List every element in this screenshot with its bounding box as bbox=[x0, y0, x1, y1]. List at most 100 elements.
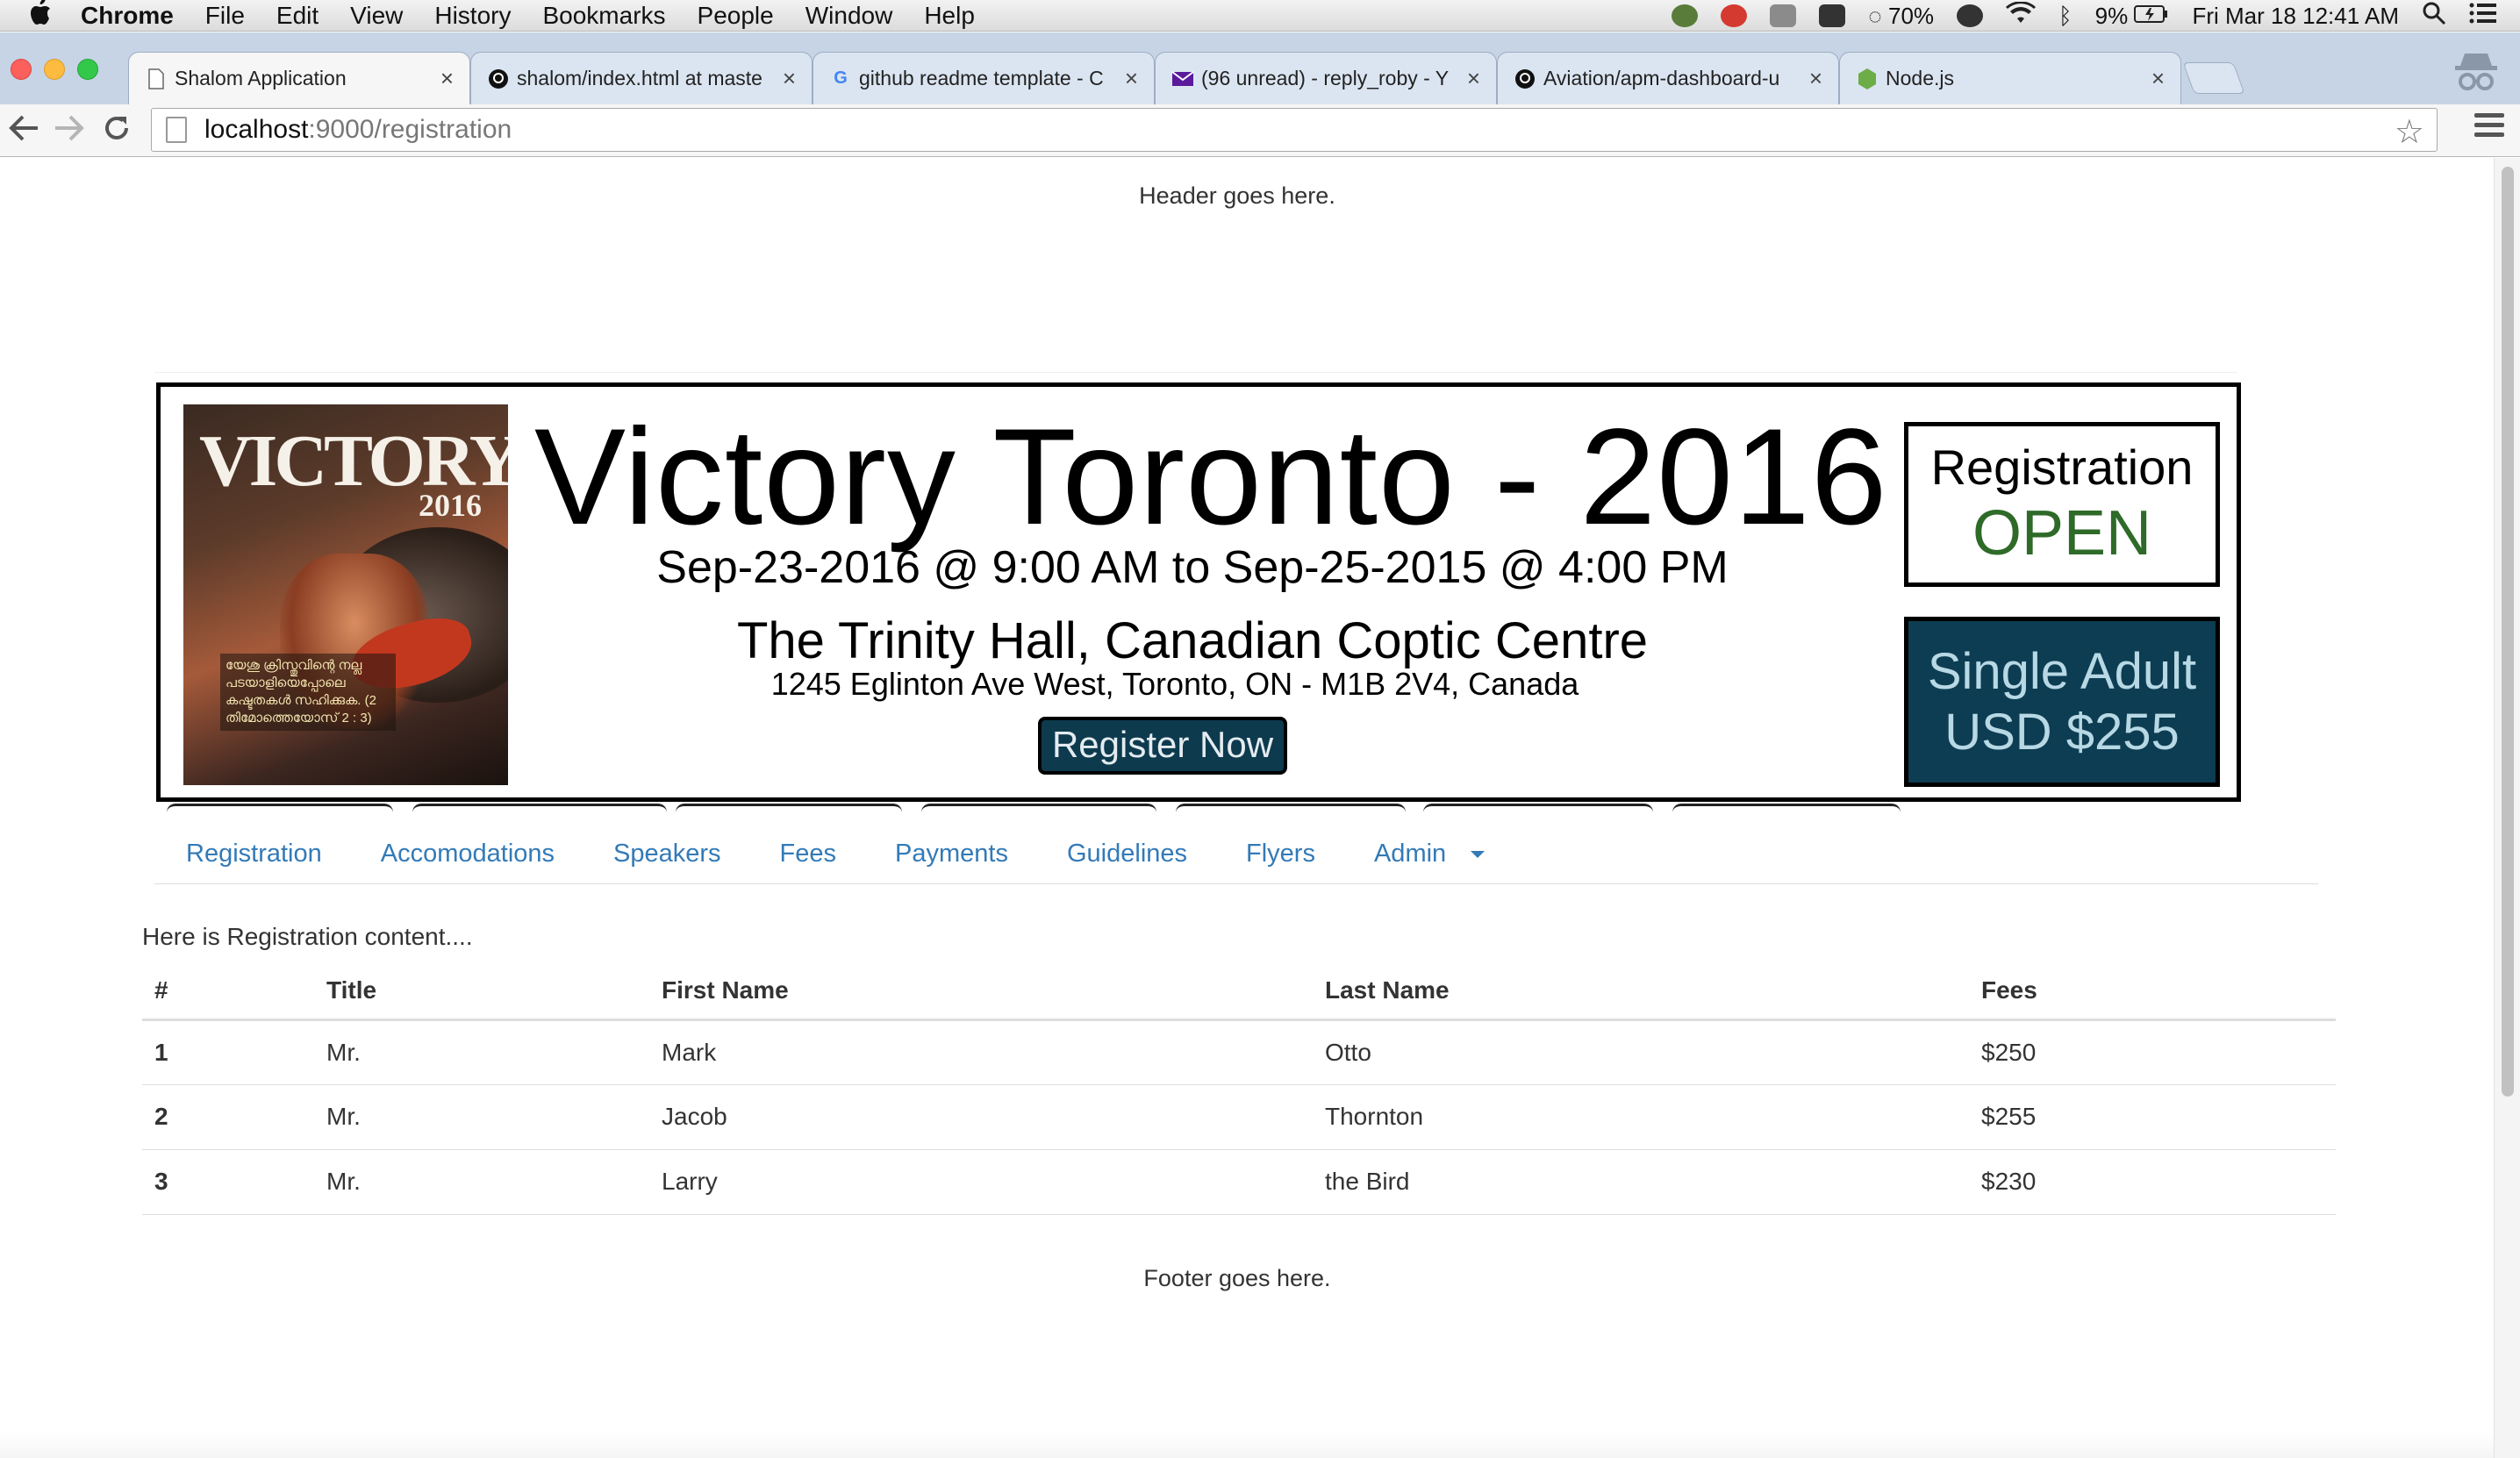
nav-accomodations[interactable]: Accomodations bbox=[381, 840, 555, 868]
section-nav: Registration Accomodations Speakers Fees… bbox=[154, 825, 2318, 884]
notification-center-icon[interactable] bbox=[2469, 2, 2497, 31]
messenger-icon[interactable] bbox=[1957, 4, 1984, 27]
column-header-fees: Fees bbox=[1969, 963, 2336, 1021]
tab-close-icon[interactable]: × bbox=[1809, 65, 1822, 92]
zoom-window-button[interactable] bbox=[77, 59, 98, 80]
admin-dropdown-caret-icon[interactable] bbox=[1471, 850, 1486, 858]
nav-speakers[interactable]: Speakers bbox=[613, 840, 721, 868]
nav-guidelines[interactable]: Guidelines bbox=[1067, 840, 1187, 868]
spotlight-icon[interactable] bbox=[2422, 1, 2446, 32]
tab-close-icon[interactable]: × bbox=[2151, 65, 2165, 92]
event-poster-image: VICTORY 2016 യേശു ക്രിസ്തുവിന്റെ നല്ല പട… bbox=[183, 404, 508, 785]
close-window-button[interactable] bbox=[11, 59, 32, 80]
nav-fees[interactable]: Fees bbox=[780, 840, 836, 868]
back-arrow-icon bbox=[9, 115, 38, 141]
cell-last-name: Otto bbox=[1313, 1019, 1969, 1085]
cell-title: Mr. bbox=[314, 1149, 649, 1215]
menu-bookmarks[interactable]: Bookmarks bbox=[542, 2, 665, 30]
menu-file[interactable]: File bbox=[205, 2, 245, 30]
tab-title: Node.js bbox=[1886, 67, 1954, 89]
menu-view[interactable]: View bbox=[350, 2, 403, 30]
menu-history[interactable]: History bbox=[434, 2, 511, 30]
url-path: :9000/registration bbox=[308, 115, 512, 144]
nav-registration[interactable]: Registration bbox=[186, 840, 322, 868]
tab-shalom-application[interactable]: Shalom Application × bbox=[128, 52, 470, 104]
register-now-button[interactable]: Register Now bbox=[1038, 717, 1287, 775]
nodejs-icon bbox=[1856, 68, 1879, 90]
tab-close-icon[interactable]: × bbox=[1467, 65, 1480, 92]
tab-title: Shalom Application bbox=[175, 67, 347, 89]
home-icon[interactable] bbox=[1770, 4, 1797, 27]
nav-flyers[interactable]: Flyers bbox=[1246, 840, 1315, 868]
column-header-first-name: First Name bbox=[649, 963, 1313, 1021]
tab-google-search[interactable]: G github readme template - C × bbox=[813, 52, 1155, 104]
page-content: Header goes here. VICTORY 2016 യേശു ക്രി… bbox=[0, 158, 2494, 1458]
event-dates: Sep-23-2016 @ 9:00 AM to Sep-25-2015 @ 4… bbox=[656, 542, 1729, 593]
tab-title: github readme template - C bbox=[859, 67, 1104, 89]
evernote-icon[interactable] bbox=[1819, 4, 1846, 27]
window-controls bbox=[11, 59, 98, 80]
tab-title: Aviation/apm-dashboard-u bbox=[1543, 67, 1780, 89]
minimize-window-button[interactable] bbox=[44, 59, 65, 80]
browser-tab-strip: Shalom Application × shalom/index.html a… bbox=[0, 32, 2520, 104]
nav-payments[interactable]: Payments bbox=[895, 840, 1008, 868]
scrollbar-thumb[interactable] bbox=[2502, 167, 2514, 1097]
menu-chrome[interactable]: Chrome bbox=[81, 2, 174, 30]
registration-status: OPEN bbox=[1972, 498, 2152, 568]
forward-button[interactable] bbox=[53, 113, 86, 150]
table-header-row: # Title First Name Last Name Fees bbox=[142, 963, 2336, 1021]
banner-underline-pills bbox=[167, 804, 1901, 816]
page-footer: Footer goes here. bbox=[1143, 1265, 1331, 1291]
profile-avatar-icon[interactable] bbox=[2450, 50, 2502, 97]
menu-window[interactable]: Window bbox=[805, 2, 893, 30]
page-scrollbar[interactable] bbox=[2494, 158, 2520, 1458]
new-tab-button[interactable] bbox=[2182, 62, 2245, 94]
cell-index: 2 bbox=[142, 1084, 314, 1150]
reload-button[interactable] bbox=[102, 113, 132, 150]
registration-status-box: Registration OPEN bbox=[1904, 422, 2220, 587]
cell-fees: $255 bbox=[1969, 1084, 2336, 1150]
tab-nodejs[interactable]: Node.js × bbox=[1839, 52, 2181, 104]
page-info-icon[interactable] bbox=[166, 117, 187, 143]
table-row: 2 Mr. Jacob Thornton $255 bbox=[142, 1084, 2336, 1150]
app-status-icon[interactable] bbox=[1672, 4, 1699, 27]
tab-close-icon[interactable]: × bbox=[1125, 65, 1138, 92]
table-row: 1 Mr. Mark Otto $250 bbox=[142, 1019, 2336, 1085]
bookmark-star-icon[interactable]: ☆ bbox=[2395, 112, 2424, 152]
wifi-icon[interactable] bbox=[2006, 0, 2037, 31]
apple-menu-icon[interactable] bbox=[26, 0, 58, 34]
battery-percent: 9% bbox=[2094, 2, 2129, 29]
tab-close-icon[interactable]: × bbox=[783, 65, 796, 92]
event-title: Victory Toronto - 2016 bbox=[534, 401, 1888, 554]
sync-status[interactable]: ◌ 70% bbox=[1868, 3, 1934, 30]
cell-title: Mr. bbox=[314, 1019, 649, 1085]
tab-github-aviation[interactable]: Aviation/apm-dashboard-u × bbox=[1497, 52, 1839, 104]
price-box: Single Adult USD $255 bbox=[1904, 617, 2220, 787]
poster-year: 2016 bbox=[419, 488, 482, 523]
reload-icon bbox=[105, 117, 128, 139]
column-header-last-name: Last Name bbox=[1313, 963, 1969, 1021]
tab-github-shalom[interactable]: shalom/index.html at maste × bbox=[470, 52, 813, 104]
bluetooth-icon[interactable]: ᛒ bbox=[2058, 3, 2073, 30]
address-bar[interactable]: localhost:9000/registration ☆ bbox=[151, 108, 2438, 152]
chrome-menu-icon[interactable] bbox=[2474, 113, 2504, 142]
table-row: 3 Mr. Larry the Bird $230 bbox=[142, 1149, 2336, 1215]
back-button[interactable] bbox=[7, 113, 40, 150]
nav-admin[interactable]: Admin bbox=[1374, 840, 1446, 868]
registration-content-intro: Here is Registration content.... bbox=[142, 923, 473, 950]
clock[interactable]: Fri Mar 18 12:41 AM bbox=[2192, 3, 2399, 30]
bottom-shadow bbox=[0, 1432, 2494, 1458]
cell-last-name: Thornton bbox=[1313, 1084, 1969, 1150]
cell-first-name: Mark bbox=[649, 1019, 1313, 1085]
menu-people[interactable]: People bbox=[698, 2, 774, 30]
cell-fees: $250 bbox=[1969, 1019, 2336, 1085]
cell-index: 3 bbox=[142, 1149, 314, 1215]
battery-status[interactable]: 9% bbox=[2095, 3, 2170, 30]
tab-close-icon[interactable]: × bbox=[440, 65, 454, 92]
f5-icon[interactable] bbox=[1721, 4, 1748, 27]
macos-menubar: Chrome File Edit View History Bookmarks … bbox=[0, 0, 2520, 32]
cell-last-name: the Bird bbox=[1313, 1149, 1969, 1215]
menu-help[interactable]: Help bbox=[924, 2, 975, 30]
tab-yahoo-mail[interactable]: (96 unread) - reply_roby - Y × bbox=[1155, 52, 1497, 104]
menu-edit[interactable]: Edit bbox=[276, 2, 319, 30]
